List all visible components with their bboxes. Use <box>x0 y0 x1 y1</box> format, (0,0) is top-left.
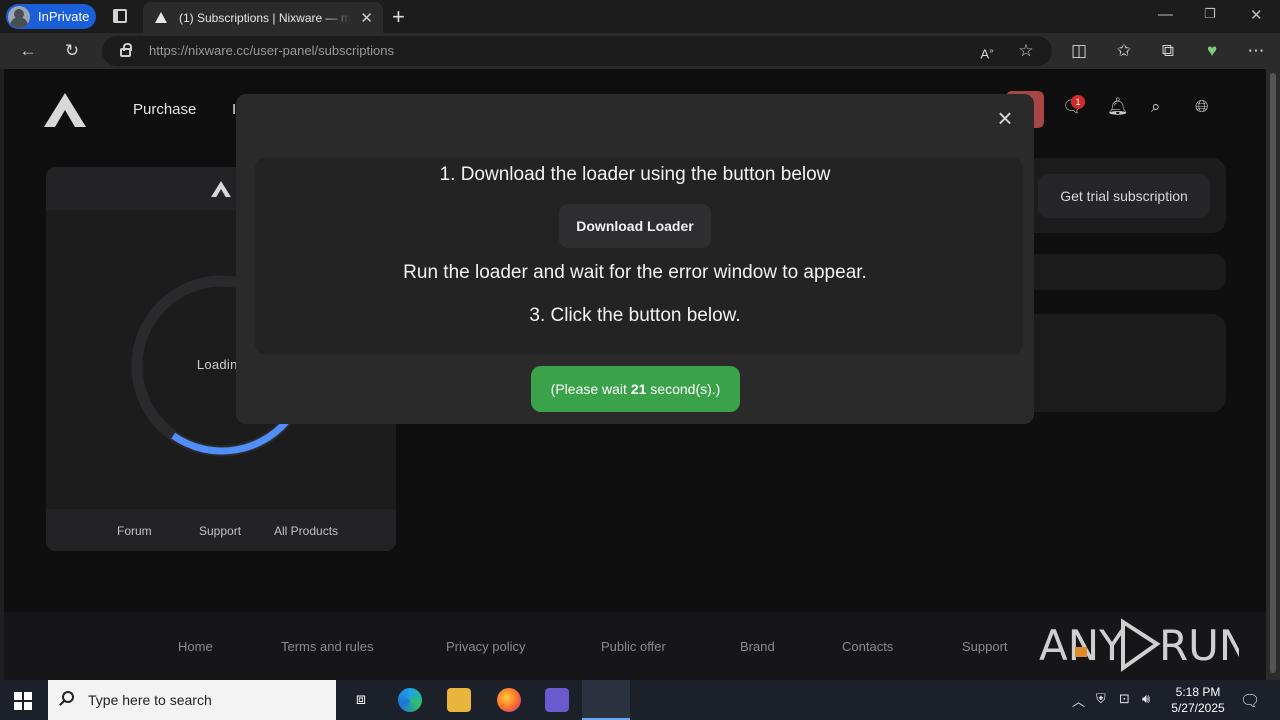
edge-icon[interactable] <box>398 688 422 712</box>
notifications-bell-icon[interactable]: 🔔︎ <box>1107 97 1129 117</box>
lock-icon <box>120 43 132 57</box>
tray-date: 5/27/2025 <box>1171 701 1225 715</box>
site-footer: Home Terms and rules Privacy policy Publ… <box>4 612 1266 680</box>
instruction-step-3: 3. Click the button below. <box>529 305 741 326</box>
refresh-icon[interactable]: ↻ <box>60 39 84 63</box>
footer-link-support[interactable]: Support <box>199 524 241 538</box>
info-card-right <box>1026 254 1226 290</box>
messages-badge: 1 <box>1071 95 1085 109</box>
inprivate-badge[interactable]: InPrivate <box>6 4 96 29</box>
file-explorer-icon[interactable] <box>447 688 471 712</box>
footer-privacy[interactable]: Privacy policy <box>446 639 525 654</box>
instruction-step-1: 1. Download the loader using the button … <box>439 164 831 185</box>
scrollbar-thumb[interactable] <box>1270 73 1276 673</box>
tray-volume-icon[interactable]: 🔊︎ <box>1142 691 1150 707</box>
search-icon[interactable]: ⌕ <box>1151 97 1161 117</box>
browser-toolbar: ← ↻ https://nixware.cc/user-panel/subscr… <box>0 33 1280 69</box>
windows-taskbar: Type here to search ⧈ ︿ ⛨ ⊡ 🔊︎ 5:18 PM 5… <box>0 680 1280 720</box>
task-view-icon[interactable]: ⧈ <box>349 688 373 712</box>
split-screen-icon[interactable]: ◫ <box>1067 39 1091 63</box>
footer-home[interactable]: Home <box>178 639 213 654</box>
svg-text:ANY: ANY <box>1039 621 1125 670</box>
firefox-icon[interactable] <box>497 688 521 712</box>
read-aloud-icon[interactable]: A» <box>975 39 999 63</box>
footer-contacts[interactable]: Contacts <box>842 639 893 654</box>
address-bar[interactable]: https://nixware.cc/user-panel/subscripti… <box>102 36 1052 66</box>
wait-seconds: 21 <box>630 381 647 397</box>
restore-icon[interactable]: ❐ <box>1204 6 1216 22</box>
browser-essentials-icon[interactable]: ♥ <box>1200 39 1224 63</box>
anyrun-watermark: ANY RUN <box>1039 612 1250 680</box>
nav-purchase[interactable]: Purchase <box>133 101 196 118</box>
close-window-icon[interactable]: ✕ <box>1250 6 1263 24</box>
footer-terms[interactable]: Terms and rules <box>281 639 373 654</box>
tray-security-icon[interactable]: ⛨ <box>1096 691 1106 707</box>
footer-support[interactable]: Support <box>962 639 1008 654</box>
notification-center-icon[interactable]: 🗨 <box>1240 691 1260 711</box>
address-url: https://nixware.cc/user-panel/subscripti… <box>149 43 394 58</box>
footer-public-offer[interactable]: Public offer <box>601 639 666 654</box>
instruction-step-2: Run the loader and wait for the error wi… <box>403 262 867 283</box>
search-icon <box>62 691 74 703</box>
back-icon[interactable]: ← <box>16 39 40 63</box>
profile-avatar-icon <box>8 5 30 28</box>
footer-link-all-products[interactable]: All Products <box>274 524 338 538</box>
content-card-right <box>1026 314 1226 412</box>
taskbar-search-placeholder: Type here to search <box>88 692 212 708</box>
tab-actions-icon[interactable] <box>110 7 130 27</box>
nixware-logo-icon[interactable] <box>44 93 86 127</box>
download-loader-button[interactable]: Download Loader <box>559 204 711 248</box>
page-scrollbar[interactable] <box>1266 69 1280 680</box>
svg-text:RUN: RUN <box>1159 621 1239 670</box>
favorite-star-icon[interactable]: ☆ <box>1014 39 1038 63</box>
collections-icon[interactable]: ⧉ <box>1156 39 1180 63</box>
please-wait-button[interactable]: (Please wait 21 second(s).) <box>531 366 740 412</box>
tray-chevron-icon[interactable]: ︿ <box>1072 691 1085 710</box>
tab-subscriptions[interactable]: (1) Subscriptions | Nixware — mc ✕ <box>143 2 383 33</box>
tray-clock[interactable]: 5:18 PM 5/27/2025 <box>1168 684 1228 716</box>
modal-close-icon[interactable]: × <box>994 105 1016 131</box>
new-tab-icon[interactable]: + <box>392 4 405 30</box>
nixware-favicon-icon <box>155 12 167 23</box>
close-tab-icon[interactable]: ✕ <box>360 9 373 27</box>
language-globe-icon[interactable]: 🌐︎ <box>1195 97 1209 117</box>
tray-time: 5:18 PM <box>1175 685 1221 699</box>
nixware-small-logo-icon <box>211 181 231 197</box>
taskbar-search-box[interactable]: Type here to search <box>48 680 336 720</box>
favorites-icon[interactable]: ✩ <box>1112 39 1136 63</box>
tab-title: (1) Subscriptions | Nixware — mc <box>179 10 351 25</box>
minimize-icon[interactable]: — <box>1158 6 1173 23</box>
inprivate-label: InPrivate <box>38 9 90 24</box>
footer-brand[interactable]: Brand <box>740 639 775 654</box>
footer-link-forum[interactable]: Forum <box>117 524 152 538</box>
anyrun-logo-icon: ANY RUN <box>1039 618 1250 672</box>
tray-network-icon[interactable]: ⊡ <box>1119 691 1130 707</box>
app-icon[interactable] <box>545 688 569 712</box>
browser-tab-bar: InPrivate (1) Subscriptions | Nixware — … <box>0 0 1280 33</box>
active-window-icon[interactable] <box>582 680 630 720</box>
windows-start-icon[interactable] <box>14 692 32 710</box>
more-options-icon[interactable]: ⋯ <box>1244 39 1268 63</box>
get-trial-subscription-button[interactable]: Get trial subscription <box>1038 174 1210 218</box>
